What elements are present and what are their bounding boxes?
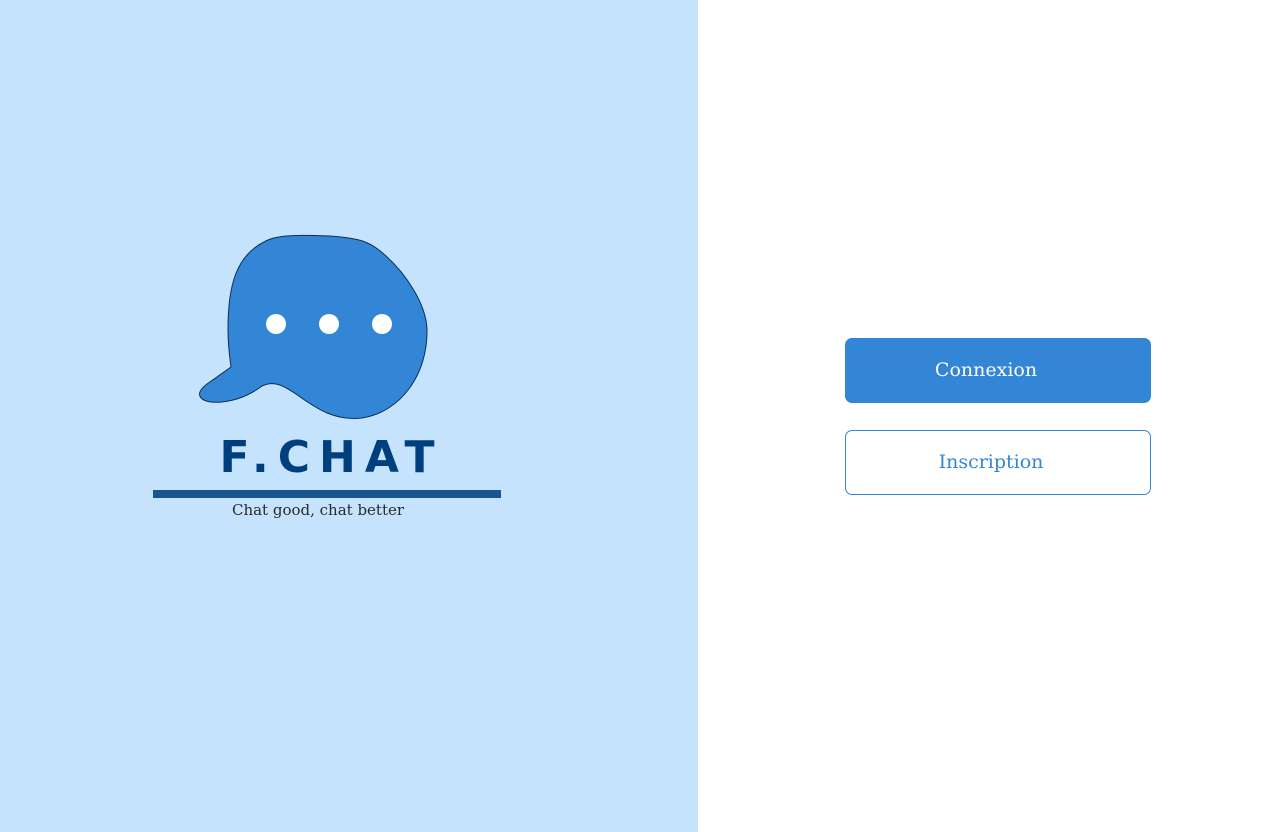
brand-wordmark: F.CHAT <box>219 432 444 483</box>
brand-tagline: Chat good, chat better <box>231 501 405 519</box>
auth-panel: Connexion Inscription <box>698 0 1280 832</box>
signup-button[interactable]: Inscription <box>845 430 1151 495</box>
brand-panel: F.CHAT Chat good, chat better <box>0 0 698 832</box>
landing-page: F.CHAT Chat good, chat better Connexion … <box>0 0 1280 832</box>
login-button[interactable]: Connexion <box>845 338 1151 403</box>
chat-bubble-icon <box>199 234 428 419</box>
wordmark-underline <box>153 490 501 498</box>
